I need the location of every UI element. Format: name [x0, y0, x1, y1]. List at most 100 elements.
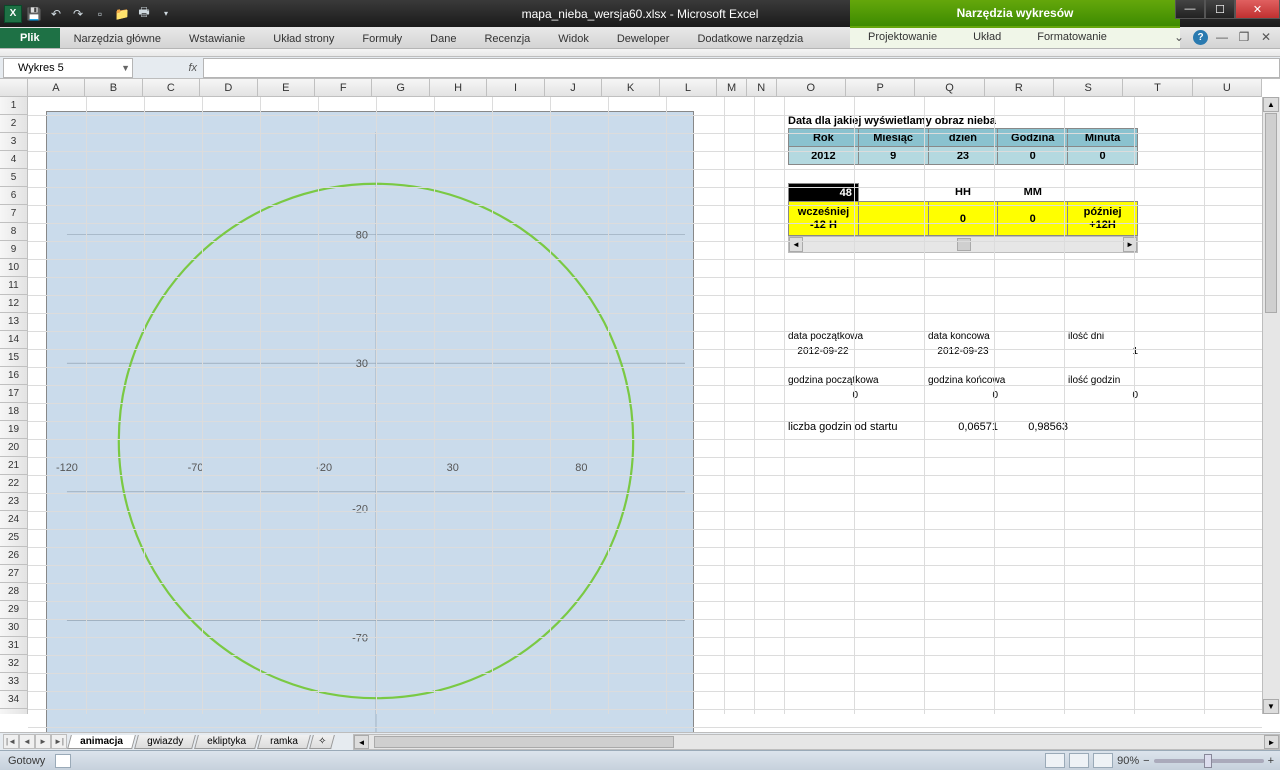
col-header-B[interactable]: B [85, 79, 142, 96]
hscroll-right-icon[interactable]: ► [1264, 735, 1279, 749]
vscroll-up-icon[interactable]: ▲ [1263, 97, 1279, 112]
print-icon[interactable]: 🖶 [134, 4, 154, 24]
tab-format[interactable]: Formatowanie [1019, 28, 1125, 48]
sheet-tab-gwiazdy[interactable]: gwiazdy [134, 735, 196, 749]
row-header-9[interactable]: 9 [0, 241, 27, 259]
row-header-26[interactable]: 26 [0, 547, 27, 565]
vscroll-down-icon[interactable]: ▼ [1263, 699, 1279, 714]
view-page-layout-button[interactable] [1069, 753, 1089, 768]
tab-chart-layout[interactable]: Układ [955, 28, 1019, 48]
col-header-L[interactable]: L [660, 79, 717, 96]
close-button[interactable]: ✕ [1235, 0, 1280, 19]
tab-home[interactable]: Narzędzia główne [60, 30, 175, 48]
col-header-I[interactable]: I [487, 79, 544, 96]
sheet-nav-prev-icon[interactable]: ◄ [19, 734, 35, 749]
tab-data[interactable]: Dane [416, 30, 470, 48]
view-normal-button[interactable] [1045, 753, 1065, 768]
tab-addins[interactable]: Dodatkowe narzędzia [683, 30, 817, 48]
open-icon[interactable]: 📁 [112, 4, 132, 24]
row-header-16[interactable]: 16 [0, 367, 27, 385]
row-header-1[interactable]: 1 [0, 97, 27, 115]
sheet-tab-ekliptyka[interactable]: ekliptyka [194, 735, 259, 749]
hscroll-thumb[interactable] [374, 736, 674, 748]
col-header-C[interactable]: C [143, 79, 200, 96]
col-header-G[interactable]: G [372, 79, 429, 96]
val-g[interactable]: 0 [1068, 390, 1138, 401]
row-header-18[interactable]: 18 [0, 403, 27, 421]
row-header-28[interactable]: 28 [0, 583, 27, 601]
val-num1[interactable]: 0,06571 [938, 421, 998, 433]
row-header-33[interactable]: 33 [0, 673, 27, 691]
zoom-out-button[interactable]: − [1143, 755, 1149, 767]
col-header-U[interactable]: U [1193, 79, 1262, 96]
col-header-R[interactable]: R [985, 79, 1054, 96]
val-miesiac[interactable]: 9 [858, 147, 928, 165]
col-header-F[interactable]: F [315, 79, 372, 96]
col-header-M[interactable]: M [717, 79, 747, 96]
earlier-cell[interactable]: wcześniej -12 H [789, 202, 859, 236]
val-gp[interactable]: 0 [788, 390, 858, 401]
row-header-22[interactable]: 22 [0, 475, 27, 493]
zoom-in-button[interactable]: + [1268, 755, 1274, 767]
row-header-29[interactable]: 29 [0, 601, 27, 619]
val-dni[interactable]: 1 [1068, 346, 1138, 357]
row-header-11[interactable]: 11 [0, 277, 27, 295]
zoom-slider[interactable] [1154, 759, 1264, 763]
help-icon[interactable]: ? [1193, 30, 1208, 45]
row-header-27[interactable]: 27 [0, 565, 27, 583]
hscroll-left-icon[interactable]: ◄ [354, 735, 369, 749]
name-box[interactable]: Wykres 5 ▼ [3, 58, 133, 78]
tab-layout[interactable]: Układ strony [259, 30, 348, 48]
tab-design[interactable]: Projektowanie [850, 28, 955, 48]
sheet-tab-ramka[interactable]: ramka [257, 735, 311, 749]
row-header-4[interactable]: 4 [0, 151, 27, 169]
horizontal-scrollbar[interactable]: ◄ ► [353, 734, 1280, 750]
row-header-13[interactable]: 13 [0, 313, 27, 331]
val-dzien[interactable]: 23 [928, 147, 998, 165]
sheet-tab-new[interactable]: ✧ [309, 735, 335, 749]
later-cell[interactable]: później +12H [1068, 202, 1138, 236]
row-header-20[interactable]: 20 [0, 439, 27, 457]
undo-icon[interactable]: ↶ [46, 4, 66, 24]
sheet-nav-next-icon[interactable]: ► [35, 734, 51, 749]
redo-icon[interactable]: ↷ [68, 4, 88, 24]
new-icon[interactable]: ▫ [90, 4, 110, 24]
val-data-pocz[interactable]: 2012-09-22 [788, 346, 858, 357]
row-header-6[interactable]: 6 [0, 187, 27, 205]
val-gk[interactable]: 0 [928, 390, 998, 401]
cells-area[interactable]: -120 -70 -20 30 80 80 30 -20 -70 Data dl… [28, 97, 1262, 714]
mini-scroll-left-icon[interactable]: ◄ [789, 237, 803, 252]
row-header-30[interactable]: 30 [0, 619, 27, 637]
val-godzina[interactable]: 0 [998, 147, 1068, 165]
namebox-dropdown-icon[interactable]: ▼ [121, 63, 130, 73]
val-minuta[interactable]: 0 [1068, 147, 1138, 165]
col-header-A[interactable]: A [28, 79, 85, 96]
col-header-O[interactable]: O [777, 79, 846, 96]
sheet-nav-first-icon[interactable]: |◄ [3, 734, 19, 749]
workbook-close-icon[interactable]: ✕ [1258, 29, 1274, 45]
mm-value[interactable]: 0 [998, 202, 1068, 236]
val-rok[interactable]: 2012 [789, 147, 859, 165]
col-header-E[interactable]: E [258, 79, 315, 96]
col-header-S[interactable]: S [1054, 79, 1123, 96]
tab-file[interactable]: Plik [0, 28, 60, 48]
row-header-25[interactable]: 25 [0, 529, 27, 547]
row-header-8[interactable]: 8 [0, 223, 27, 241]
row-header-7[interactable]: 7 [0, 205, 27, 223]
col-header-D[interactable]: D [200, 79, 257, 96]
sheet-nav-last-icon[interactable]: ►| [51, 734, 67, 749]
minimize-button[interactable]: — [1175, 0, 1205, 19]
col-header-K[interactable]: K [602, 79, 659, 96]
qat-more-icon[interactable]: ▾ [156, 4, 176, 24]
workbook-restore-icon[interactable]: ❐ [1236, 29, 1252, 45]
hh-value[interactable]: 0 [928, 202, 998, 236]
row-header-32[interactable]: 32 [0, 655, 27, 673]
val-data-kon[interactable]: 2012-09-23 [928, 346, 998, 357]
col-header-T[interactable]: T [1123, 79, 1192, 96]
maximize-button[interactable]: ☐ [1205, 0, 1235, 19]
tab-insert[interactable]: Wstawianie [175, 30, 259, 48]
fx-button[interactable]: fx [133, 58, 203, 78]
vertical-scrollbar[interactable]: ▲ ▼ [1262, 97, 1280, 714]
col-header-J[interactable]: J [545, 79, 602, 96]
row-header-10[interactable]: 10 [0, 259, 27, 277]
